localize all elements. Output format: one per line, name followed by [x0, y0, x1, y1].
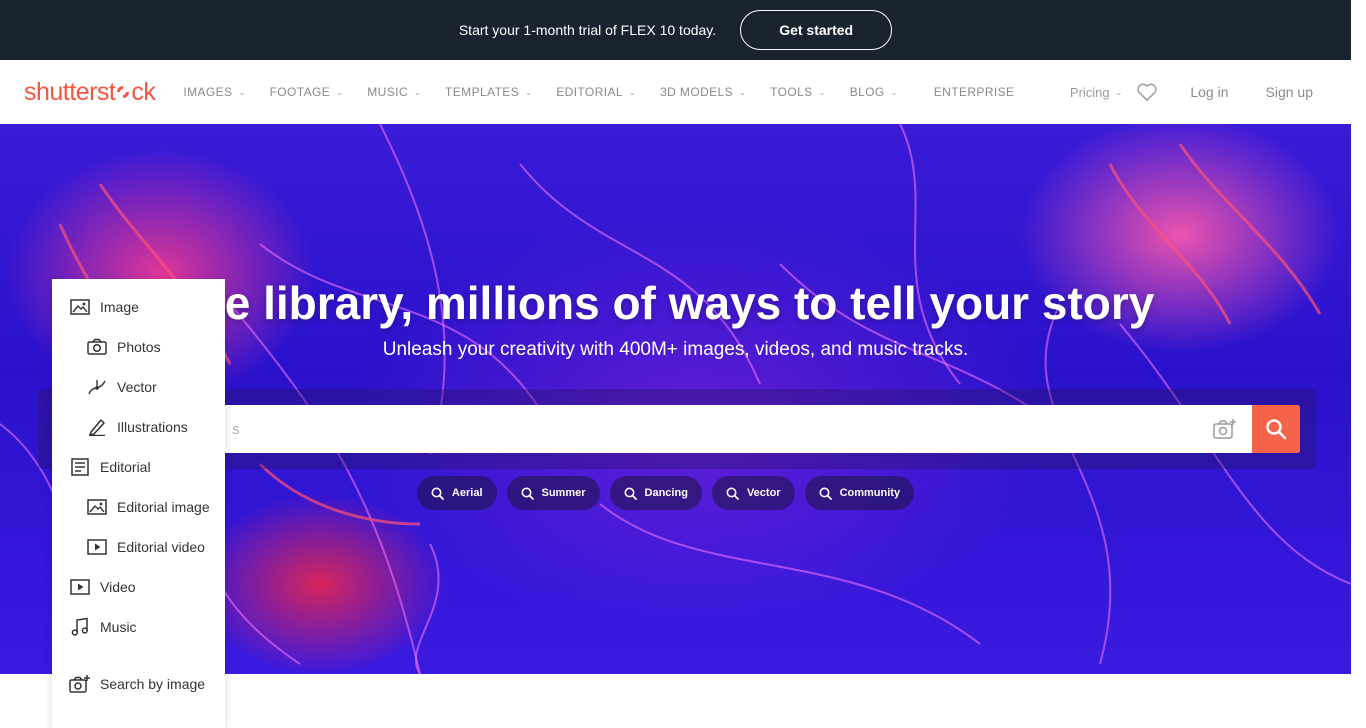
chevron-down-icon: ⌄ — [818, 87, 826, 97]
music-note-icon — [71, 617, 88, 636]
search-by-image-icon[interactable] — [1212, 417, 1238, 441]
chip-label: Dancing — [644, 487, 688, 499]
menu-item-illustrations[interactable]: Illustrations — [52, 407, 225, 447]
search-button[interactable] — [1252, 405, 1300, 453]
pricing-menu[interactable]: Pricing ⌄ — [1070, 85, 1122, 100]
log-in-link[interactable]: Log in — [1190, 84, 1228, 100]
search-icon — [819, 487, 832, 500]
shutterstock-logo[interactable]: shutterst ck — [24, 77, 156, 107]
image-icon — [87, 499, 107, 515]
search-box — [52, 405, 1300, 453]
menu-item-label: Photos — [117, 339, 161, 355]
nav-label: EDITORIAL — [556, 85, 623, 99]
menu-item-label: Editorial image — [117, 499, 210, 515]
chevron-down-icon: ⌄ — [1115, 87, 1123, 97]
nav-label: BLOG — [849, 85, 885, 99]
nav-tools[interactable]: TOOLS ⌄ — [770, 85, 826, 99]
chip-aerial[interactable]: Aerial — [416, 476, 497, 510]
chevron-down-icon: ⌄ — [739, 87, 747, 97]
chevron-down-icon: ⌄ — [336, 87, 344, 97]
search-icon — [521, 487, 534, 500]
site-header: shutterst ck IMAGES ⌄ FOOTAGE ⌄ MUSIC ⌄ TEM… — [0, 60, 1351, 124]
nav-blog[interactable]: BLOG ⌄ — [850, 85, 898, 99]
image-icon — [70, 299, 90, 315]
search-icon — [726, 487, 739, 500]
chevron-down-icon: ⌄ — [525, 87, 533, 97]
vector-icon — [88, 380, 106, 395]
nav-label: 3D MODELS — [660, 85, 734, 99]
menu-item-search-by-image[interactable]: Search by image — [52, 664, 225, 704]
chevron-down-icon: ⌄ — [628, 87, 637, 97]
camera-icon — [87, 338, 107, 355]
menu-item-vector[interactable]: Vector — [52, 367, 225, 407]
nav-3d-models[interactable]: 3D MODELS ⌄ — [660, 85, 746, 99]
chevron-down-icon: ⌄ — [238, 87, 246, 97]
menu-item-editorial-image[interactable]: Editorial image — [52, 487, 225, 527]
search-icon — [1266, 419, 1287, 440]
menu-item-editorial[interactable]: Editorial — [52, 447, 225, 487]
search-icon — [431, 487, 444, 500]
camera-plus-icon — [69, 675, 90, 693]
nav-label: IMAGES — [183, 85, 233, 99]
nav-label: MUSIC — [367, 85, 408, 99]
logo-o-icon — [117, 86, 130, 98]
header-actions: Pricing ⌄ Log in Sign up — [1070, 60, 1313, 124]
chip-summer[interactable]: Summer — [506, 476, 600, 510]
menu-item-editorial-video[interactable]: Editorial video — [52, 527, 225, 567]
chip-label: Vector — [746, 487, 781, 499]
sign-up-link[interactable]: Sign up — [1266, 84, 1313, 100]
media-type-dropdown: Image Photos Vector Illustrations Editor… — [52, 279, 225, 728]
logo-text-left: shutterst — [24, 77, 116, 106]
nav-label: TEMPLATES — [445, 85, 520, 99]
nav-label: ENTERPRISE — [933, 85, 1015, 99]
menu-item-label: Video — [100, 579, 136, 595]
chip-dancing[interactable]: Dancing — [609, 476, 702, 510]
chevron-down-icon: ⌄ — [413, 87, 422, 97]
nav-label: TOOLS — [770, 85, 813, 99]
nav-templates[interactable]: TEMPLATES ⌄ — [445, 85, 532, 99]
menu-item-label: Illustrations — [117, 419, 188, 435]
promo-bar: Start your 1-month trial of FLEX 10 toda… — [0, 0, 1351, 60]
search-bar — [38, 389, 1316, 469]
chip-label: Aerial — [451, 487, 483, 499]
menu-item-image[interactable]: Image — [52, 287, 225, 327]
menu-item-label: Editorial — [100, 459, 151, 475]
document-icon — [71, 458, 89, 476]
heart-icon[interactable] — [1136, 82, 1158, 102]
play-icon — [87, 539, 107, 555]
main-nav: IMAGES ⌄ FOOTAGE ⌄ MUSIC ⌄ TEMPLATES ⌄ EDITO… — [183, 85, 1038, 99]
nav-label: FOOTAGE — [269, 85, 331, 99]
nav-editorial[interactable]: EDITORIAL ⌄ — [556, 85, 636, 99]
chip-vector[interactable]: Vector — [711, 476, 795, 510]
chip-community[interactable]: Community — [804, 476, 915, 510]
menu-item-label: Image — [100, 299, 139, 315]
menu-item-photos[interactable]: Photos — [52, 327, 225, 367]
chip-label: Summer — [541, 487, 586, 499]
menu-item-label: Vector — [117, 379, 157, 395]
pricing-label: Pricing — [1069, 84, 1110, 100]
chip-label: Community — [839, 487, 901, 499]
menu-item-label: Editorial video — [117, 539, 205, 555]
play-icon — [70, 579, 90, 595]
menu-item-music[interactable]: Music — [52, 607, 225, 647]
promo-text: Start your 1-month trial of FLEX 10 toda… — [458, 22, 717, 38]
nav-footage[interactable]: FOOTAGE ⌄ — [270, 85, 344, 99]
search-icon — [624, 487, 637, 500]
nav-enterprise[interactable]: ENTERPRISE — [934, 85, 1015, 99]
chevron-down-icon: ⌄ — [890, 87, 898, 97]
get-started-button[interactable]: Get started — [740, 10, 893, 50]
nav-music[interactable]: MUSIC ⌄ — [367, 85, 421, 99]
menu-item-label: Search by image — [100, 676, 206, 692]
menu-item-video[interactable]: Video — [52, 567, 225, 607]
nav-images[interactable]: IMAGES ⌄ — [183, 85, 245, 99]
logo-text-right: ck — [131, 77, 156, 106]
menu-item-label: Music — [100, 619, 137, 635]
pen-icon — [89, 419, 105, 436]
